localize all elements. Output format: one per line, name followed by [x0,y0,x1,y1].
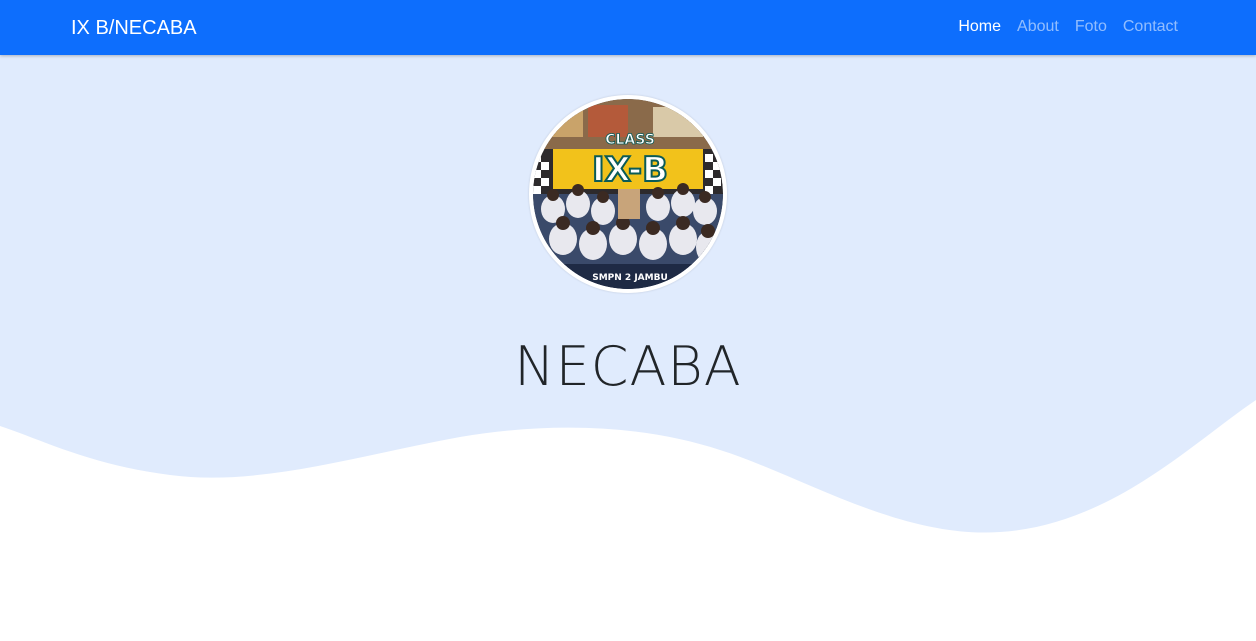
page-title: NECABA [514,335,742,399]
class-photo-avatar: CLASS IX-B SMPN 2 JAMBU [529,95,727,293]
avatar-overlay-bottom: SMPN 2 JAMBU [592,273,668,283]
class-photo-image: CLASS IX-B SMPN 2 JAMBU [533,99,723,289]
nav-link-foto[interactable]: Foto [1075,17,1107,37]
navbar-brand[interactable]: IX B/NECABA [71,16,197,40]
nav-link-contact[interactable]: Contact [1123,17,1178,37]
nav-links: Home About Foto Contact [958,17,1178,37]
hero-section: CLASS IX-B SMPN 2 JAMBU NECABA [0,55,1256,641]
avatar-overlay-main: IX-B [592,150,668,190]
avatar-overlay-top: CLASS [605,132,655,148]
nav-link-home[interactable]: Home [958,17,1001,37]
nav-link-about[interactable]: About [1017,17,1059,37]
navbar: IX B/NECABA Home About Foto Contact [0,0,1256,55]
